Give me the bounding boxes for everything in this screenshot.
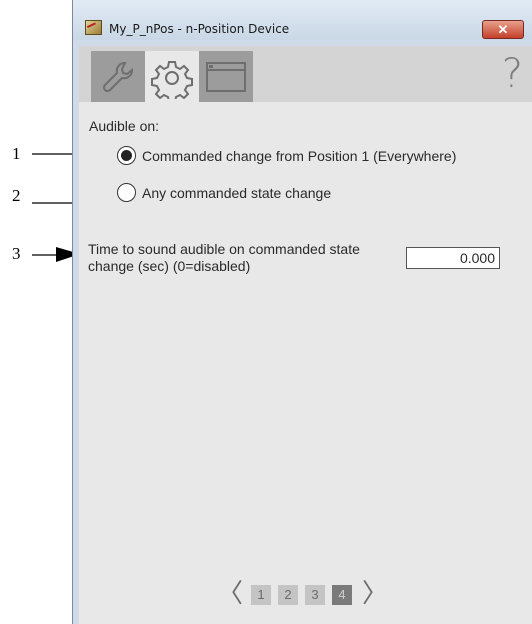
next-page-button[interactable]: 〉 (362, 580, 388, 608)
audible-time-label: Time to sound audible on commanded state… (88, 241, 360, 274)
app-icon (85, 20, 102, 35)
configuration-panel: Audible on: Commanded change from Positi… (79, 102, 532, 624)
window-title: My_P_nPos - n-Position Device (109, 22, 290, 36)
radio-option-position-1[interactable]: Commanded change from Position 1 (Everyw… (117, 146, 456, 165)
window-icon (206, 62, 246, 92)
tab-configuration[interactable] (145, 51, 199, 105)
tab-maintenance[interactable] (91, 51, 145, 103)
wrench-icon (102, 62, 133, 93)
callout-number-1: 1 (12, 144, 21, 163)
page-button-2[interactable]: 2 (278, 585, 298, 605)
page-button-1[interactable]: 1 (251, 585, 271, 605)
callout-number-2: 2 (12, 186, 21, 205)
tab-bar: ? (79, 46, 532, 105)
callout-number-3: 3 (12, 244, 21, 263)
radio-label-any-change: Any commanded state change (142, 184, 332, 201)
faceplate-content: ? Audible on: Commanded change from Posi… (79, 46, 532, 624)
title-bar[interactable]: My_P_nPos - n-Position Device ✕ (73, 0, 532, 40)
tab-display[interactable] (199, 51, 253, 103)
prev-page-button[interactable]: 〈 (217, 580, 243, 608)
help-icon[interactable]: ? (502, 54, 523, 94)
device-faceplate-window: My_P_nPos - n-Position Device ✕ ? Audibl… (72, 0, 532, 624)
radio-button-position-1[interactable] (117, 146, 136, 165)
radio-button-any-change[interactable] (117, 183, 136, 202)
audible-time-input[interactable] (406, 247, 500, 269)
gear-icon (151, 61, 193, 99)
page-button-4[interactable]: 4 (332, 585, 352, 605)
audible-on-label: Audible on: (89, 118, 160, 134)
radio-label-position-1: Commanded change from Position 1 (Everyw… (142, 147, 457, 164)
radio-option-any-change[interactable]: Any commanded state change (117, 183, 331, 202)
close-button[interactable]: ✕ (482, 20, 524, 39)
page-navigator: 〈 1 2 3 4 〉 (79, 580, 532, 610)
page-button-3[interactable]: 3 (305, 585, 325, 605)
